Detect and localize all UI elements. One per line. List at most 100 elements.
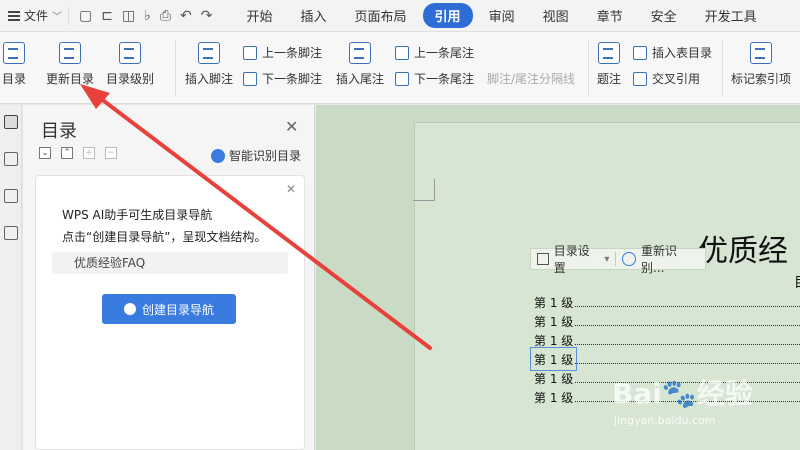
- mark-index-icon: [750, 42, 772, 64]
- tab-page-layout[interactable]: 页面布局: [343, 3, 419, 28]
- toc-entry-selection: [530, 347, 577, 371]
- toc-leader: [575, 317, 800, 326]
- tab-review[interactable]: 审阅: [477, 3, 527, 28]
- toc-entry[interactable]: 第 1 级: [534, 294, 800, 311]
- ai-icon: [211, 148, 225, 163]
- ai-icon: [123, 303, 136, 315]
- note-separator-label: 脚注/尾注分隔线: [487, 72, 576, 86]
- ai-hint-line: WPS AI助手可生成目录导航: [62, 208, 213, 222]
- close-icon[interactable]: ✕: [285, 117, 298, 136]
- insert-table-of-figures-button[interactable]: 插入表目录: [633, 44, 712, 61]
- add-level-icon[interactable]: +: [83, 147, 95, 159]
- nav-toolbar: ⌄ ⌃ + −: [39, 147, 117, 159]
- document-subtitle: 目: [794, 272, 800, 292]
- update-toc-label: 更新目录: [46, 72, 95, 86]
- faq-item[interactable]: 优质经验FAQ: [52, 252, 288, 274]
- toc-entry-label: 第 1 级: [534, 391, 574, 405]
- tab-insert[interactable]: 插入: [289, 3, 339, 28]
- toc-leader: [575, 298, 800, 307]
- tab-view[interactable]: 视图: [531, 3, 581, 28]
- open-folder-icon[interactable]: ⊏: [101, 9, 113, 23]
- re-detect-button[interactable]: 重新识别...: [616, 242, 705, 276]
- next-footnote-label: 下一条脚注: [262, 72, 323, 86]
- ai-assistant-card: ✕ WPS AI助手可生成目录导航 点击“创建目录导航”，呈现文档结构。 优质经…: [35, 175, 305, 450]
- next-footnote-icon: [243, 71, 257, 86]
- caption-button[interactable]: 题注: [597, 42, 621, 87]
- ribbon-divider: [175, 40, 176, 96]
- mark-index-entry-button[interactable]: 标记索引项: [731, 42, 791, 87]
- table-of-figures-icon: [633, 45, 647, 60]
- ribbon-divider: [722, 40, 723, 96]
- chevron-down-icon: ▾: [604, 253, 610, 265]
- remove-level-icon[interactable]: −: [105, 147, 117, 159]
- print-icon[interactable]: ⎙: [160, 9, 171, 23]
- undo-icon[interactable]: ↶: [180, 9, 192, 23]
- ai-hint-line: 点击“创建目录导航”，呈现文档结构。: [62, 230, 267, 244]
- next-endnote-button[interactable]: 下一条尾注: [395, 70, 474, 87]
- toc-settings-button[interactable]: 目录设置 ▾: [531, 242, 615, 276]
- close-icon[interactable]: ✕: [286, 182, 296, 196]
- format-painter-icon[interactable]: ♭: [144, 9, 151, 23]
- update-toc-button[interactable]: 更新目录: [46, 42, 94, 87]
- toc-entry-label: 第 1 级: [534, 296, 574, 310]
- redo-icon[interactable]: ↷: [201, 9, 213, 23]
- toc-floating-toolbar: 目录设置 ▾ 重新识别...: [530, 244, 706, 275]
- new-file-icon[interactable]: ▢: [79, 9, 92, 23]
- ribbon-divider: [588, 40, 589, 96]
- menu-icon: [8, 10, 20, 21]
- toc-level-label: 目录级别: [106, 72, 155, 86]
- chapter-pane-icon[interactable]: [4, 152, 18, 166]
- watermark-brand-suffix: 经验: [696, 377, 753, 410]
- collapse-icon[interactable]: ⌄: [39, 147, 51, 159]
- toc-leader: [575, 336, 800, 345]
- nav-pane-title: 目录: [41, 121, 77, 142]
- expand-icon[interactable]: ⌃: [61, 147, 73, 159]
- file-menu[interactable]: 文件 ﹀: [0, 0, 68, 31]
- tab-security[interactable]: 安全: [639, 3, 689, 28]
- toc-settings-label: 目录设置: [553, 244, 590, 275]
- smart-detect-label: 智能识别目录: [229, 149, 302, 163]
- insert-footnote-button[interactable]: 插入脚注: [185, 42, 233, 87]
- save-icon[interactable]: ◫: [122, 9, 135, 23]
- next-endnote-label: 下一条尾注: [414, 72, 475, 86]
- side-icon-strip: [0, 105, 22, 450]
- create-toc-nav-label: 创建目录导航: [141, 302, 214, 317]
- toc-pane-icon[interactable]: [4, 115, 18, 129]
- prev-footnote-label: 上一条脚注: [262, 46, 323, 60]
- toc-label: 目录: [2, 72, 27, 86]
- insert-table-of-figures-label: 插入表目录: [652, 46, 713, 60]
- cross-reference-label: 交叉引用: [652, 72, 701, 86]
- prev-footnote-icon: [243, 45, 257, 60]
- toc-leader: [575, 355, 800, 364]
- tab-start[interactable]: 开始: [235, 3, 285, 28]
- tab-references[interactable]: 引用: [422, 3, 473, 28]
- tab-developer[interactable]: 开发工具: [693, 3, 769, 28]
- ai-icon: [622, 252, 637, 266]
- paw-icon: 🐾: [661, 377, 697, 410]
- toc-level-button[interactable]: 目录级别: [106, 42, 154, 87]
- bookmark-icon[interactable]: [4, 189, 18, 203]
- watermark-brand: Bai: [612, 377, 662, 410]
- smart-detect-toc-button[interactable]: 智能识别目录: [211, 147, 301, 164]
- toc-entry[interactable]: 第 1 级: [534, 313, 800, 330]
- insert-endnote-button[interactable]: 插入尾注: [336, 42, 384, 87]
- re-detect-label: 重新识别...: [641, 244, 678, 275]
- insert-footnote-label: 插入脚注: [185, 72, 234, 86]
- note-separator-button[interactable]: 脚注/尾注分隔线: [487, 70, 575, 87]
- prev-endnote-label: 上一条尾注: [414, 46, 475, 60]
- tab-section[interactable]: 章节: [585, 3, 635, 28]
- cross-reference-button[interactable]: 交叉引用: [633, 70, 700, 87]
- margin-corner-mark: [413, 179, 435, 201]
- toc-icon: [3, 42, 25, 64]
- next-endnote-icon: [395, 71, 409, 86]
- prev-endnote-button[interactable]: 上一条尾注: [395, 44, 474, 61]
- next-footnote-button[interactable]: 下一条脚注: [243, 70, 322, 87]
- create-toc-nav-button[interactable]: 创建目录导航: [102, 294, 236, 324]
- quick-access-toolbar: ▢ ⊏ ◫ ♭ ⎙ ↶ ↷: [68, 6, 222, 25]
- toc-button[interactable]: 目录: [2, 42, 26, 87]
- caption-label: 题注: [597, 72, 622, 86]
- find-icon[interactable]: [4, 226, 18, 240]
- prev-footnote-button[interactable]: 上一条脚注: [243, 44, 322, 61]
- toc-entry-label: 第 1 级: [534, 372, 574, 386]
- footnote-icon: [198, 42, 220, 64]
